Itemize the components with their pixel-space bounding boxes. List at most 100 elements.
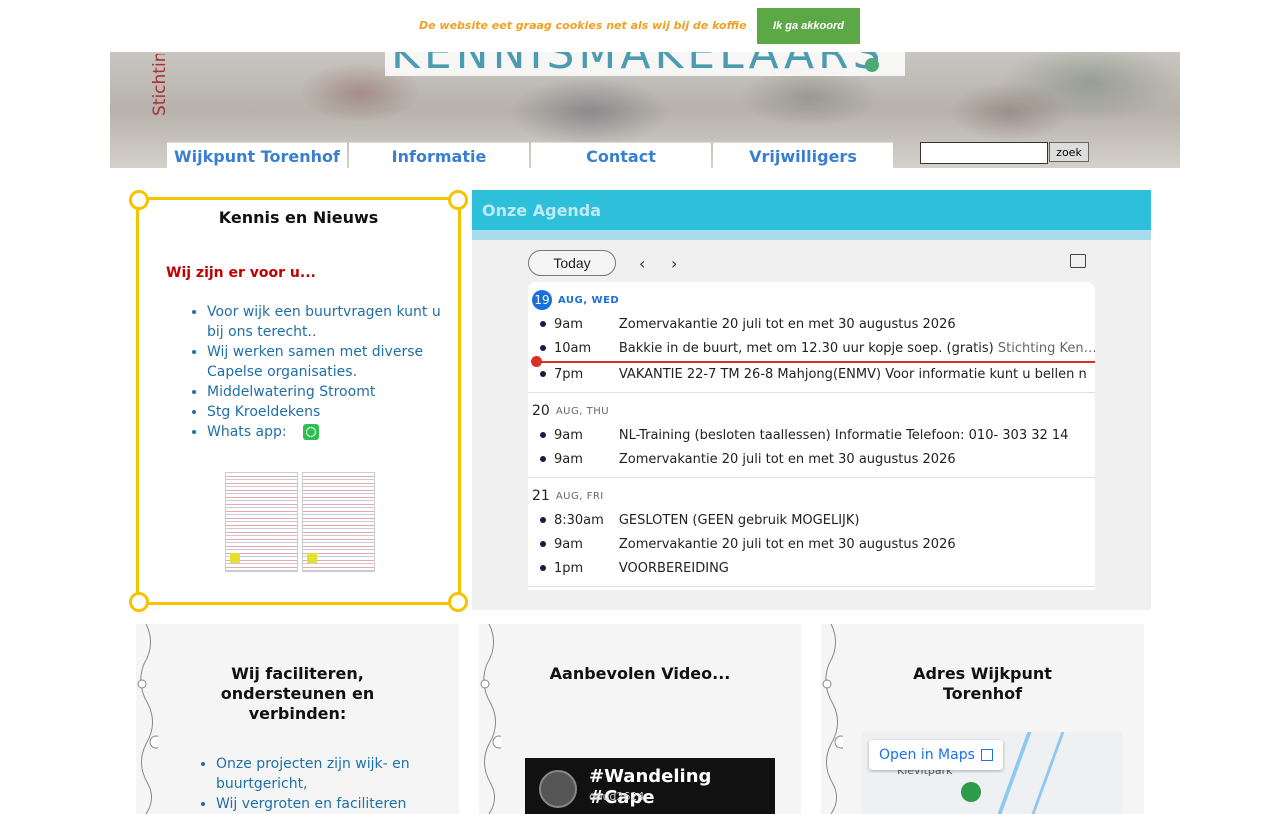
day-label: AUG, FRI <box>555 490 604 502</box>
agenda-panel: Onze Agenda Today ‹ › 19 AUG, WED 9am Zo… <box>472 190 1151 610</box>
address-title: Adres Wijkpunt Torenhof <box>913 664 1052 703</box>
open-in-maps-button[interactable]: Open in Maps <box>869 740 1003 770</box>
event-title: Zomervakantie 20 juli tot en met 30 augu… <box>618 451 956 467</box>
spiral-binding-icon <box>480 624 501 814</box>
nav-item-vrijwilligers[interactable]: Vrijwilligers <box>713 142 893 168</box>
flyer-image[interactable] <box>225 472 298 572</box>
event-title: VOORBEREIDING <box>618 560 729 576</box>
event-title: Zomervakantie 20 juli tot en met 30 augu… <box>618 536 956 552</box>
calendar-event[interactable]: 8:30am GESLOTEN (GEEN gebruik MOGELIJK) <box>528 508 1095 532</box>
agenda-title: Onze Agenda <box>472 190 1151 230</box>
agenda-stripe <box>472 230 1151 240</box>
event-time: 9am <box>553 536 583 552</box>
event-title: GESLOTEN (GEEN gebruik MOGELIJK) <box>618 512 860 528</box>
channel-avatar[interactable] <box>539 770 577 808</box>
search-input[interactable] <box>920 142 1048 164</box>
search-button[interactable]: zoek <box>1049 142 1089 162</box>
video-channel[interactable]: ooud2624 <box>589 790 644 803</box>
list-item[interactable]: Voor wijk een buurtvragen kunt u bij ons… <box>207 302 447 342</box>
logo-text: KENNISMAKELAARS <box>391 52 885 76</box>
day-number[interactable]: 19 <box>532 290 552 310</box>
event-title: Zomervakantie 20 juli tot en met 30 augu… <box>618 316 956 332</box>
calendar-event[interactable]: 9am Zomervakantie 20 juli tot en met 30 … <box>528 447 1095 471</box>
address-card: Adres Wijkpunt Torenhof Kievitpark Open … <box>821 624 1144 814</box>
calendar-day: 19 AUG, WED 9am Zomervakantie 20 juli to… <box>528 282 1095 393</box>
panel-corner-icon <box>448 592 468 612</box>
whatsapp-label: Whats app: <box>207 424 287 440</box>
calendar-event[interactable]: 9am Zomervakantie 20 juli tot en met 30 … <box>528 532 1095 556</box>
list-item[interactable]: Whats app: <box>207 422 447 442</box>
map-pin-icon[interactable] <box>961 782 981 802</box>
event-dot-icon <box>540 517 546 523</box>
flyer-image[interactable] <box>302 472 375 572</box>
list-item: Wij vergroten en faciliteren <box>216 794 446 814</box>
news-list: Voor wijk een buurtvragen kunt u bij ons… <box>169 302 447 442</box>
nav-item-contact[interactable]: Contact <box>531 142 711 168</box>
spiral-binding-icon <box>822 624 843 814</box>
event-dot-icon <box>540 371 546 377</box>
current-time-line <box>531 356 1095 367</box>
event-dot-icon <box>540 565 546 571</box>
cookie-accept-button[interactable]: Ik ga akkoord <box>757 8 860 44</box>
list-item[interactable]: Middelwatering Stroomt <box>207 382 447 402</box>
event-time: 8:30am <box>553 512 604 528</box>
video-player[interactable]: #Wandeling #Cape ooud2624 <box>525 758 775 814</box>
site-header: Stichtin KENNISMAKELAARS Wijkpunt Torenh… <box>110 52 1180 168</box>
video-card: Aanbevolen Video... #Wandeling #Cape oou… <box>479 624 801 814</box>
event-dot-icon <box>540 345 546 351</box>
feedback-icon[interactable] <box>1070 254 1086 268</box>
event-time: 1pm <box>553 560 584 576</box>
panel-corner-icon <box>129 592 149 612</box>
calendar-prev-icon[interactable]: ‹ <box>639 254 645 273</box>
calendar-event[interactable]: 9am NL-Training (besloten taallessen) In… <box>528 423 1095 447</box>
flyer-mark-icon <box>307 553 317 563</box>
event-organizer: Stichting Ken… <box>993 340 1095 356</box>
calendar-next-icon[interactable]: › <box>671 254 677 273</box>
news-title: Kennis en Nieuws <box>218 208 379 227</box>
event-dot-icon <box>540 456 546 462</box>
panel-corner-icon <box>448 190 468 210</box>
site-logo[interactable]: KENNISMAKELAARS <box>385 52 905 76</box>
event-time: 9am <box>553 451 583 467</box>
facilitate-title: Wij faciliteren, ondersteunen en verbind… <box>220 664 375 723</box>
calendar-today-button[interactable]: Today <box>528 250 616 276</box>
nav-item-wijkpunt-torenhof[interactable]: Wijkpunt Torenhof <box>167 142 347 168</box>
flyer-mark-icon <box>230 553 240 563</box>
current-time-dot-icon <box>531 356 542 367</box>
day-number[interactable]: 21 <box>532 488 550 504</box>
facilitate-list: Onze projecten zijn wijk- en buurtgerich… <box>176 754 446 814</box>
nav-item-informatie[interactable]: Informatie <box>349 142 529 168</box>
flyer-images[interactable] <box>225 472 375 572</box>
calendar-event-list: 19 AUG, WED 9am Zomervakantie 20 juli to… <box>528 282 1095 590</box>
event-title: Bakkie in de buurt, met om 12.30 uur kop… <box>618 340 1095 356</box>
calendar-event[interactable]: 1pm VOORBEREIDING <box>528 556 1095 580</box>
main-nav: Wijkpunt Torenhof Informatie Contact Vri… <box>167 142 895 168</box>
news-subtitle: Wij zijn er voor u... <box>166 265 316 281</box>
day-label: AUG, THU <box>555 405 610 417</box>
embedded-map[interactable]: Kievitpark Open in Maps <box>861 732 1123 814</box>
list-item: Onze projecten zijn wijk- en buurtgerich… <box>216 754 446 794</box>
calendar-event[interactable]: 7pm VAKANTIE 22-7 TM 26-8 Mahjong(ENMV) … <box>528 362 1095 386</box>
calendar-day: 20 AUG, THU 9am NL-Training (besloten ta… <box>528 393 1095 478</box>
event-dot-icon <box>540 432 546 438</box>
calendar-event[interactable]: 9am Zomervakantie 20 juli tot en met 30 … <box>528 312 1095 336</box>
event-title: VAKANTIE 22-7 TM 26-8 Mahjong(ENMV) Voor… <box>618 366 1087 382</box>
calendar-event[interactable]: 10am Bakkie in de buurt, met om 12.30 uu… <box>528 336 1095 360</box>
news-panel: Kennis en Nieuws Wij zijn er voor u... V… <box>129 190 468 612</box>
event-time: 7pm <box>553 366 584 382</box>
logo-dot-icon <box>865 58 879 72</box>
panel-corner-icon <box>129 190 149 210</box>
list-item[interactable]: Wij werken samen met diverse Capelse org… <box>207 342 447 382</box>
facilitate-card: Wij faciliteren, ondersteunen en verbind… <box>136 624 459 814</box>
event-time: 9am <box>553 316 583 332</box>
event-time: 9am <box>553 427 583 443</box>
external-link-icon <box>980 749 993 761</box>
day-number[interactable]: 20 <box>532 403 550 419</box>
whatsapp-icon[interactable] <box>302 424 319 440</box>
video-card-title: Aanbevolen Video... <box>549 664 731 683</box>
calendar-day: 21 AUG, FRI 8:30am GESLOTEN (GEEN gebrui… <box>528 478 1095 587</box>
day-label: AUG, WED <box>558 294 620 306</box>
event-dot-icon <box>540 541 546 547</box>
list-item[interactable]: Stg Kroeldekens <box>207 402 447 422</box>
event-title: NL-Training (besloten taallessen) Inform… <box>618 427 1069 443</box>
